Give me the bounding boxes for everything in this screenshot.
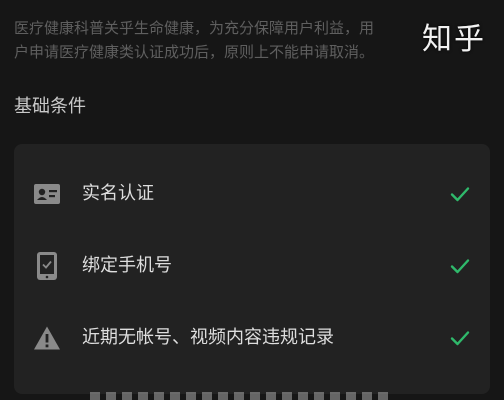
id-card-icon [32,179,62,209]
zhihu-watermark: 知乎 [422,22,486,57]
condition-label: 近期无帐号、视频内容违规记录 [82,327,334,348]
condition-label: 实名认证 [82,183,154,204]
condition-row-no-violation: 近期无帐号、视频内容违规记录 [14,310,490,366]
cut-off-text-glyphs [90,392,390,400]
notice-line-2: 户申请医疗健康类认证成功后，原则上不能申请取消。 [14,43,375,61]
condition-row-real-name: 实名认证 [14,166,490,222]
notice-line-1: 医疗健康科普关乎生命健康，为充分保障用户利益，用 [14,19,375,37]
condition-label: 绑定手机号 [82,255,172,276]
notice-text: 医疗健康科普关乎生命健康，为充分保障用户利益，用 户申请医疗健康类认证成功后，原… [14,16,484,64]
screen: 医疗健康科普关乎生命健康，为充分保障用户利益，用 户申请医疗健康类认证成功后，原… [0,0,504,400]
phone-icon [32,251,62,281]
warning-icon [32,323,62,353]
cut-off-text [90,392,390,400]
conditions-card: 实名认证 绑定手机号 近期无帐号、视频内容违规记录 [14,144,490,394]
check-icon [448,326,472,350]
check-icon [448,182,472,206]
check-icon [448,254,472,278]
section-title: 基础条件 [14,96,86,117]
condition-row-bind-phone: 绑定手机号 [14,238,490,294]
